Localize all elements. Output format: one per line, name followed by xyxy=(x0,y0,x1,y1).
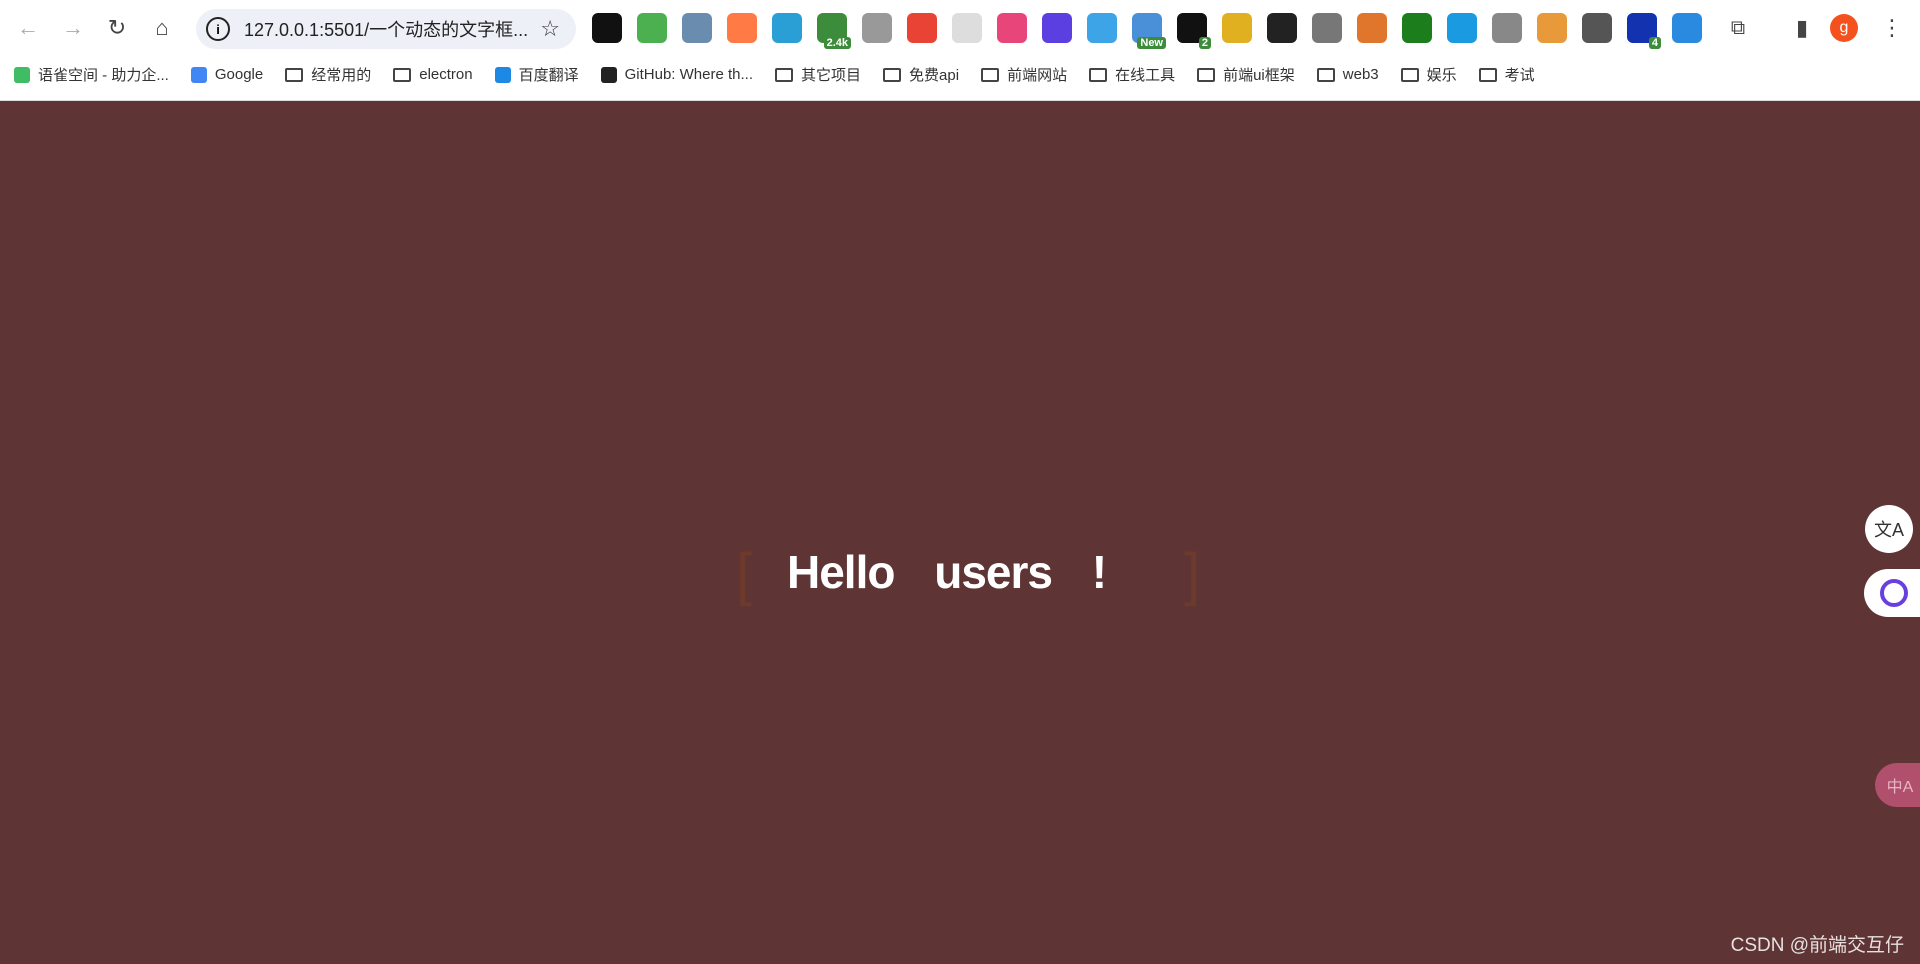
ext-3-icon[interactable] xyxy=(682,13,712,43)
bookmark-label: 语雀空间 - 助力企... xyxy=(38,67,169,84)
right-bracket: ] xyxy=(1184,542,1201,607)
bookmark-item[interactable]: GitHub: Where th... xyxy=(600,66,754,83)
ext-21-icon[interactable] xyxy=(1492,13,1522,43)
ext-7-icon[interactable] xyxy=(862,13,892,43)
bookmark-item[interactable]: 前端网站 xyxy=(981,64,1067,85)
github-icon xyxy=(600,66,617,83)
browser-chrome: ← → ↻ ⌂ i 127.0.0.1:5501/一个动态的文字框... ☆ 2… xyxy=(0,0,1920,101)
folder-icon xyxy=(1316,67,1335,82)
baidu-translate-icon xyxy=(494,66,511,83)
ext-25-icon[interactable] xyxy=(1672,13,1702,43)
assistant-face-icon xyxy=(1880,579,1908,607)
extensions-bar: 2.4k New 2 4 xyxy=(592,13,1702,49)
ext-20-icon[interactable] xyxy=(1447,13,1477,43)
bookmark-item[interactable]: electron xyxy=(393,66,473,83)
bookmark-label: 考试 xyxy=(1504,67,1535,84)
bookmark-label: 经常用的 xyxy=(311,67,372,84)
back-button[interactable]: ← xyxy=(10,10,46,46)
bookmark-label: 百度翻译 xyxy=(518,67,579,84)
extension-badge: New xyxy=(1137,37,1166,49)
url-text[interactable]: 127.0.0.1:5501/一个动态的文字框... xyxy=(244,16,540,42)
left-bracket: [ xyxy=(736,542,753,607)
ext-15-icon[interactable] xyxy=(1222,13,1252,43)
ext-14-icon[interactable]: 2 xyxy=(1177,13,1211,49)
folder-icon xyxy=(1400,67,1419,82)
translate-float-button[interactable]: 文A xyxy=(1865,505,1913,553)
bookmark-item[interactable]: 百度翻译 xyxy=(494,64,579,85)
ext-13-icon[interactable]: New xyxy=(1132,13,1166,49)
bookmark-item[interactable]: 经常用的 xyxy=(285,64,371,85)
address-bar[interactable]: i 127.0.0.1:5501/一个动态的文字框... ☆ xyxy=(196,9,576,49)
extension-badge: 2 xyxy=(1198,37,1211,49)
ext-23-icon[interactable] xyxy=(1582,13,1612,43)
bookmark-label: 前端ui框架 xyxy=(1223,67,1295,84)
bookmark-item[interactable]: 语雀空间 - 助力企... xyxy=(14,64,169,85)
extensions-puzzle-icon[interactable]: ⧉ xyxy=(1720,10,1756,46)
bookmark-item[interactable]: 其它项目 xyxy=(775,64,861,85)
bookmark-item[interactable]: Google xyxy=(190,66,264,83)
forward-button[interactable]: → xyxy=(55,10,91,46)
folder-icon xyxy=(981,67,1000,82)
ext-11-icon[interactable] xyxy=(1042,13,1072,43)
bookmark-label: GitHub: Where th... xyxy=(624,66,754,83)
translate-pink-button[interactable]: 中A xyxy=(1875,763,1920,807)
extension-badge: 4 xyxy=(1648,37,1661,49)
bookmark-label: 在线工具 xyxy=(1115,67,1176,84)
menu-kebab-icon[interactable]: ⋮ xyxy=(1874,10,1910,46)
extension-badge: 2.4k xyxy=(823,37,851,49)
ext-12-icon[interactable] xyxy=(1087,13,1117,43)
ext-4-icon[interactable] xyxy=(727,13,757,43)
ext-9-icon[interactable] xyxy=(952,13,982,43)
ext-19-icon[interactable] xyxy=(1402,13,1432,43)
bookmark-label: 其它项目 xyxy=(801,67,862,84)
page-content: [ Hello users ! ] xyxy=(0,101,1920,964)
home-button[interactable]: ⌂ xyxy=(144,10,180,46)
profile-avatar[interactable]: g xyxy=(1830,14,1858,42)
side-panel-icon[interactable]: ▮ xyxy=(1784,10,1820,46)
folder-icon xyxy=(775,67,794,82)
bookmark-label: 前端网站 xyxy=(1007,67,1068,84)
bookmark-item[interactable]: 娱乐 xyxy=(1400,64,1457,85)
bookmark-label: Google xyxy=(214,66,264,83)
ext-22-icon[interactable] xyxy=(1537,13,1567,43)
bookmark-label: 免费api xyxy=(909,67,960,84)
ext-16-icon[interactable] xyxy=(1267,13,1297,43)
typed-text: Hello users ! xyxy=(787,546,1107,598)
bookmarks-bar: 语雀空间 - 助力企... Google 经常用的 electron 百度翻译 GitHu… xyxy=(14,64,1535,85)
bookmark-label: electron xyxy=(419,66,473,83)
ext-1-icon[interactable] xyxy=(592,13,622,43)
bookmark-item[interactable]: web3 xyxy=(1316,66,1379,83)
bookmark-item[interactable]: 免费api xyxy=(883,64,959,85)
assistant-float-button[interactable] xyxy=(1864,569,1920,617)
ext-2-icon[interactable] xyxy=(637,13,667,43)
site-info-icon[interactable]: i xyxy=(206,17,230,41)
ext-8-icon[interactable] xyxy=(907,13,937,43)
ext-24-icon[interactable]: 4 xyxy=(1627,13,1661,49)
bookmark-label: 娱乐 xyxy=(1426,67,1457,84)
bookmark-item[interactable]: 前端ui框架 xyxy=(1197,64,1295,85)
bookmark-label: web3 xyxy=(1342,66,1379,83)
yuque-icon xyxy=(14,66,30,83)
folder-icon xyxy=(393,67,412,82)
folder-icon xyxy=(1089,67,1108,82)
bookmark-star-icon[interactable]: ☆ xyxy=(540,16,560,42)
folder-icon xyxy=(883,67,902,82)
bookmark-item[interactable]: 在线工具 xyxy=(1089,64,1175,85)
reload-button[interactable]: ↻ xyxy=(99,10,135,46)
folder-icon xyxy=(1197,67,1216,82)
ext-6-icon[interactable]: 2.4k xyxy=(817,13,851,49)
watermark: CSDN @前端交互仔 xyxy=(1730,935,1904,956)
folder-icon xyxy=(1478,67,1497,82)
folder-icon xyxy=(285,67,304,82)
ext-10-icon[interactable] xyxy=(997,13,1027,43)
bookmark-item[interactable]: 考试 xyxy=(1478,64,1535,85)
ext-18-icon[interactable] xyxy=(1357,13,1387,43)
ext-5-icon[interactable] xyxy=(772,13,802,43)
ext-17-icon[interactable] xyxy=(1312,13,1342,43)
google-icon xyxy=(190,66,207,83)
